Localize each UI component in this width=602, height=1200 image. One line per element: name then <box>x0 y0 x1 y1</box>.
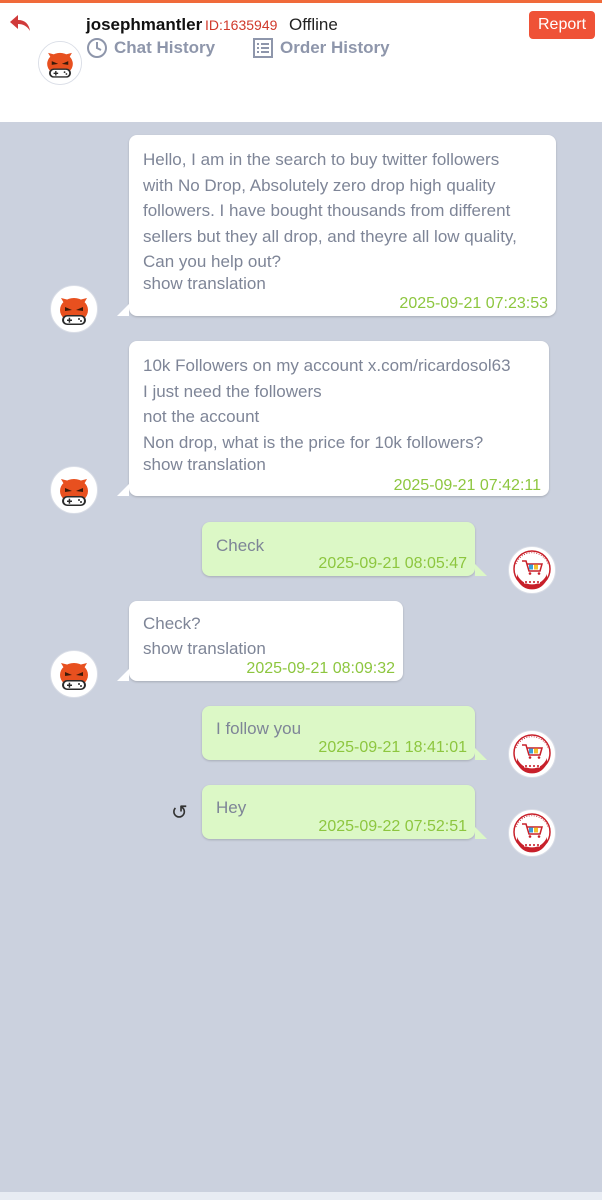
outgoing-message: Check 2025-09-21 08:05:47 <box>202 522 487 576</box>
message-text: Check <box>216 536 265 555</box>
order-history-label: Order History <box>280 38 390 57</box>
online-status: Offline <box>289 15 338 34</box>
username: josephmantler <box>86 15 203 34</box>
incoming-message: Hello, I am in the search to buy twitter… <box>117 135 556 316</box>
message-text: Hey <box>216 798 247 817</box>
my-avatar[interactable] <box>508 546 556 594</box>
retry-icon[interactable]: ↺ <box>171 800 188 825</box>
chat-history-link[interactable]: Chat History <box>86 37 215 59</box>
list-icon <box>253 38 273 58</box>
show-translation-link[interactable]: show translation <box>143 455 266 475</box>
show-translation-link[interactable]: show translation <box>143 639 266 659</box>
my-avatar[interactable] <box>508 730 556 778</box>
chat-history-label: Chat History <box>114 38 216 57</box>
message-text: Hello, I am in the search to buy twitter… <box>143 150 517 271</box>
message-timestamp: 2025-09-22 07:52:51 <box>318 818 467 835</box>
sender-avatar[interactable] <box>50 650 98 698</box>
bottom-bar <box>0 1192 602 1200</box>
incoming-message: Check? show translation 2025-09-21 08:09… <box>117 601 403 681</box>
message-timestamp: 2025-09-21 18:41:01 <box>318 739 467 756</box>
message-timestamp: 2025-09-21 08:05:47 <box>318 555 467 572</box>
sender-avatar[interactable] <box>50 285 98 333</box>
message-text: 10k Followers on my account x.com/ricard… <box>143 356 511 452</box>
message-text: I follow you <box>216 719 302 738</box>
user-id: ID:1635949 <box>205 17 278 33</box>
chat-header: josephmantler ID:1635949 Offline Report … <box>0 3 602 122</box>
order-history-link[interactable]: Order History <box>252 37 390 59</box>
report-button[interactable]: Report <box>529 11 595 39</box>
message-timestamp: 2025-09-21 07:23:53 <box>399 295 548 312</box>
message-text: Check? <box>143 614 201 633</box>
incoming-message: 10k Followers on my account x.com/ricard… <box>117 341 549 496</box>
header-avatar <box>38 41 82 85</box>
outgoing-message: Hey 2025-09-22 07:52:51 <box>202 785 487 839</box>
outgoing-message: I follow you 2025-09-21 18:41:01 <box>202 706 487 760</box>
sender-avatar[interactable] <box>50 466 98 514</box>
my-avatar[interactable] <box>508 809 556 857</box>
message-timestamp: 2025-09-21 08:09:32 <box>246 660 395 677</box>
show-translation-link[interactable]: show translation <box>143 274 266 294</box>
back-arrow-icon[interactable] <box>8 13 32 33</box>
clock-icon <box>87 38 107 58</box>
message-timestamp: 2025-09-21 07:42:11 <box>393 477 541 494</box>
